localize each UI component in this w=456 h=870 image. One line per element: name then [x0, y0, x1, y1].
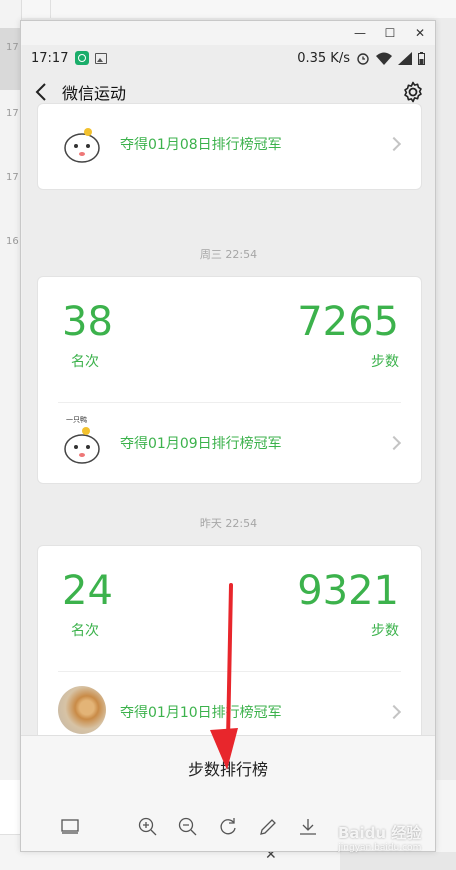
sidebar-time: 17	[6, 172, 19, 183]
chevron-right-icon	[386, 136, 402, 152]
sidebar-time: 17	[6, 42, 19, 53]
edit-icon[interactable]	[257, 816, 279, 838]
rank-card[interactable]: 24 名次 9321 步数 夺得01月10日排行榜冠军	[37, 545, 422, 735]
steps-number: 9321	[297, 568, 399, 614]
sidebar-selected-strip	[0, 28, 22, 90]
champion-text: 夺得01月08日排行榜冠军	[120, 137, 282, 153]
entry-time: 周三 22:54	[199, 248, 258, 261]
avatar: 一只鸭	[58, 416, 106, 465]
watermark: Baidu 经验 jingyan.baidu.com	[338, 822, 421, 853]
chevron-right-icon	[386, 704, 402, 720]
layout-icon[interactable]	[59, 816, 81, 838]
steps-label: 步数	[371, 623, 399, 639]
avatar	[58, 686, 106, 734]
status-bar: 17:17 0.35 K/s	[22, 45, 435, 71]
champion-text: 夺得01月10日排行榜冠军	[120, 705, 282, 721]
steps-label: 步数	[371, 354, 399, 370]
watermark-sub: jingyan.baidu.com	[338, 843, 422, 853]
toolbar-title: 步数排行榜	[187, 760, 268, 779]
download-icon[interactable]	[297, 816, 319, 838]
window-titlebar: — ☐ ✕	[21, 21, 435, 45]
rank-card[interactable]: 38 名次 7265 步数 一只鸭 夺得01月09日排行榜冠军	[37, 276, 422, 484]
signal-icon	[398, 51, 412, 65]
sidebar-time: 16	[6, 236, 19, 247]
zoom-out-icon[interactable]	[177, 816, 199, 838]
rank-label: 名次	[71, 623, 99, 639]
entry-time: 昨天 22:54	[199, 517, 258, 530]
watermark-brand: Baidu 经验	[338, 824, 422, 842]
sidebar-time: 17	[6, 108, 19, 119]
rank-label: 名次	[71, 354, 99, 370]
close-button[interactable]: ✕	[405, 21, 435, 45]
page-title: 微信运动	[62, 84, 127, 103]
network-speed: 0.35 K/s	[297, 50, 350, 66]
card-divider	[58, 402, 401, 403]
rotate-icon[interactable]	[217, 816, 239, 838]
battery-icon	[418, 51, 425, 65]
rank-number: 24	[62, 568, 113, 614]
image-notification-icon	[95, 52, 108, 64]
avatar-caption: 一只鸭	[66, 416, 87, 424]
back-icon[interactable]	[34, 82, 54, 102]
desktop-gray-block	[340, 852, 456, 870]
card-divider	[58, 671, 401, 672]
gear-icon[interactable]	[401, 80, 425, 104]
wifi-icon	[376, 52, 392, 65]
image-viewer-window: — ☐ ✕ 17:17 0.35 K/s 微信运动 夺得01月08日排行榜冠军 …	[20, 20, 436, 852]
desktop-sidebar: 17 17 17 16	[0, 0, 22, 870]
avatar	[58, 118, 106, 166]
champion-text: 夺得01月09日排行榜冠军	[120, 436, 282, 452]
app-notification-icon	[75, 51, 90, 65]
alarm-icon	[357, 53, 369, 65]
status-time: 17:17	[31, 50, 69, 66]
status-right: 0.35 K/s	[297, 51, 425, 66]
desktop-topbar	[22, 0, 456, 18]
chevron-right-icon	[386, 435, 402, 451]
phone-screenshot: 17:17 0.35 K/s 微信运动 夺得01月08日排行榜冠军 周三 22:…	[22, 45, 435, 735]
steps-number: 7265	[297, 299, 399, 345]
maximize-button[interactable]: ☐	[375, 21, 405, 45]
rank-number: 38	[62, 299, 113, 345]
zoom-in-icon[interactable]	[137, 816, 159, 838]
champion-card[interactable]: 夺得01月08日排行榜冠军	[37, 103, 422, 190]
minimize-button[interactable]: —	[345, 21, 375, 45]
